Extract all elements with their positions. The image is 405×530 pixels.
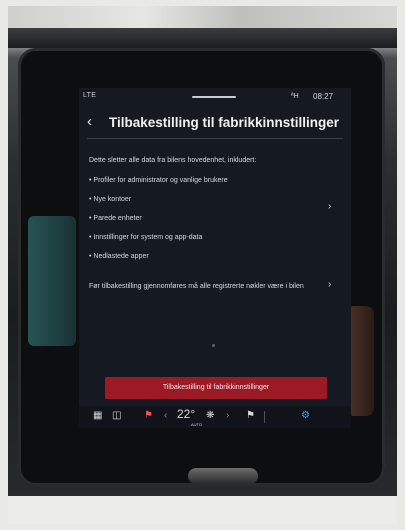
seat-heat-icon[interactable]: ⚑ xyxy=(246,411,255,421)
clock: 08:27 xyxy=(313,92,334,101)
dashboard-trim xyxy=(8,28,397,48)
temperature-display[interactable]: 22° xyxy=(177,408,195,420)
seat-icon[interactable]: ⚑ xyxy=(144,411,153,421)
bluetooth-indicator: ªH xyxy=(291,93,299,100)
list-item: Profiler for administrator og vanlige br… xyxy=(89,176,319,195)
divider xyxy=(87,138,343,139)
climate-bar: ▦ ◫ ⚑ ‹ 22° AUTO ❋ › ⚑ ⚙ xyxy=(79,406,351,428)
background-scene xyxy=(8,6,397,28)
chevron-left-icon[interactable]: ‹ xyxy=(164,411,167,421)
page-header: ‹ Tilbakestilling til fabrikkinnstilling… xyxy=(79,112,351,134)
gear-icon[interactable]: ⚙ xyxy=(301,411,310,421)
fan-icon[interactable]: ❋ xyxy=(206,411,214,421)
volume-knob xyxy=(188,468,258,484)
photo-border xyxy=(8,496,397,524)
key-note[interactable]: Før tilbakestilling gjennomføres må alle… xyxy=(89,282,317,292)
list-item: Nye kontoer xyxy=(89,195,319,214)
chevron-right-icon[interactable]: › xyxy=(328,279,331,290)
network-indicator: LTE xyxy=(83,92,97,99)
status-bar: LTE ªH 08:27 xyxy=(79,88,351,104)
divider xyxy=(264,411,265,423)
chevron-left-icon[interactable]: ‹ xyxy=(87,114,92,130)
camera-icon[interactable]: ◫ xyxy=(112,411,121,421)
list-item: Innstillinger for system og app-data xyxy=(89,233,319,252)
reflection xyxy=(28,216,76,346)
pull-down-handle[interactable] xyxy=(192,96,236,98)
intro-text: Dette sletter alle data fra bilens hoved… xyxy=(89,157,257,164)
page-title: Tilbakestilling til fabrikkinnstillinger xyxy=(109,115,340,130)
app-grid-icon[interactable]: ▦ xyxy=(93,411,102,421)
auto-label: AUTO xyxy=(191,422,203,427)
data-list: Profiler for administrator og vanlige br… xyxy=(89,176,319,271)
chevron-right-icon[interactable]: › xyxy=(226,411,229,421)
list-item: Parede enheter xyxy=(89,214,319,233)
factory-reset-button[interactable]: Tilbakestilling til fabrikkinnstillinger xyxy=(105,377,327,399)
infotainment-screen: LTE ªH 08:27 ‹ Tilbakestilling til fabri… xyxy=(79,88,351,428)
page-indicator xyxy=(212,344,215,347)
chevron-right-icon[interactable]: › xyxy=(328,201,331,212)
list-item: Nedlastede apper xyxy=(89,252,319,271)
